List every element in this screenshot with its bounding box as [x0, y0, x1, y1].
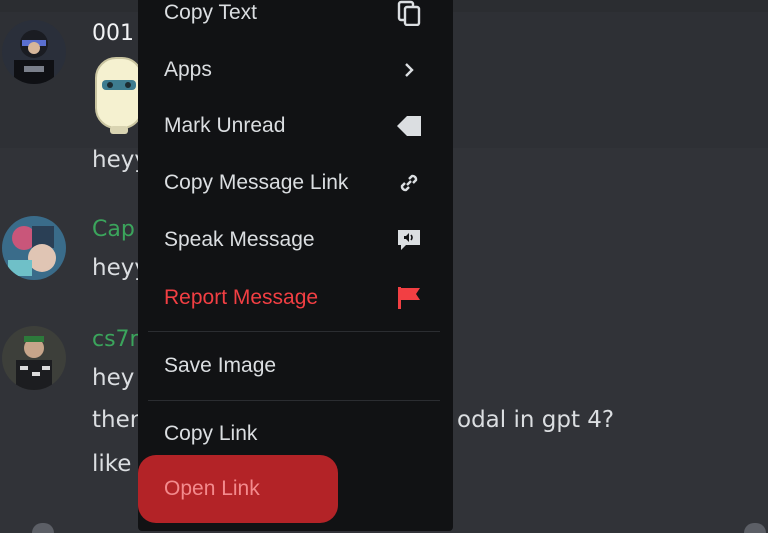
menu-item-speak-message[interactable]: Speak Message	[138, 212, 453, 268]
message-context-menu: Copy Text Apps Mark Unread Copy Message …	[138, 0, 453, 531]
menu-separator	[148, 400, 440, 401]
avatar[interactable]	[2, 326, 66, 390]
avatar[interactable]	[2, 216, 66, 280]
menu-item-label: Mark Unread	[164, 114, 286, 137]
chevron-right-icon	[395, 56, 423, 84]
menu-item-copy-text[interactable]: Copy Text	[138, 0, 453, 41]
menu-item-save-image[interactable]: Save Image	[138, 338, 453, 394]
copy-icon	[395, 0, 423, 27]
message-text: ther	[92, 407, 140, 433]
mark-unread-icon	[395, 112, 423, 140]
link-icon	[395, 169, 423, 197]
menu-item-label: Copy Text	[164, 1, 257, 24]
menu-item-label: Speak Message	[164, 228, 315, 251]
menu-item-open-link[interactable]: Open Link	[138, 455, 338, 523]
flag-icon	[395, 284, 423, 312]
speak-icon	[395, 226, 423, 254]
menu-item-label: Apps	[164, 58, 212, 81]
menu-item-label: Copy Message Link	[164, 171, 349, 194]
menu-item-label: Copy Link	[164, 422, 258, 445]
message-text: odal in gpt 4?	[457, 407, 615, 433]
message-text: hey	[92, 365, 135, 391]
gift-icon[interactable]	[744, 523, 766, 533]
menu-item-label: Open Link	[164, 477, 260, 500]
emoji-icon[interactable]	[32, 523, 54, 533]
menu-item-report-message[interactable]: Report Message	[138, 270, 453, 326]
menu-separator	[148, 331, 440, 332]
avatar[interactable]	[2, 20, 66, 84]
menu-item-apps[interactable]: Apps	[138, 42, 453, 98]
username[interactable]: cs7r	[92, 326, 139, 354]
menu-item-copy-message-link[interactable]: Copy Message Link	[138, 155, 453, 211]
message-text: like	[92, 451, 132, 477]
menu-item-mark-unread[interactable]: Mark Unread	[138, 98, 453, 154]
username[interactable]: Cap	[92, 216, 135, 244]
menu-item-label: Report Message	[164, 286, 319, 309]
menu-item-copy-link[interactable]: Copy Link	[138, 406, 453, 462]
menu-item-label: Save Image	[164, 354, 277, 377]
username[interactable]: 001	[92, 20, 134, 48]
